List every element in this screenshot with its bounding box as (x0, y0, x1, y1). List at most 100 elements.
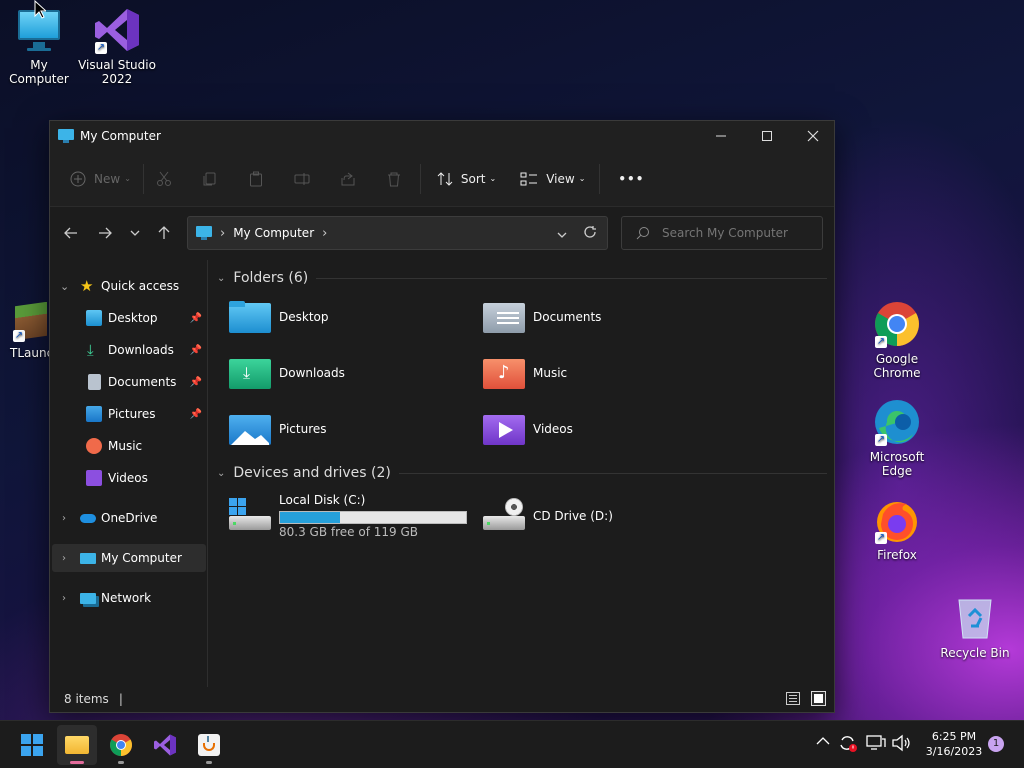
minimize-button[interactable] (698, 121, 744, 151)
search-input[interactable] (662, 226, 812, 240)
sort-arrows-icon (437, 171, 453, 186)
desktop-icon-chrome[interactable]: ↗ Google Chrome (858, 300, 936, 380)
copy-icon (203, 172, 216, 185)
desktop-icon-edge[interactable]: ↗ Microsoft Edge (858, 398, 936, 478)
taskbar-file-explorer[interactable] (57, 725, 97, 765)
sidebar-item-videos[interactable]: Videos (52, 464, 206, 492)
shortcut-arrow-icon: ↗ (875, 336, 887, 348)
shortcut-arrow-icon: ↗ (875, 532, 887, 544)
close-button[interactable] (790, 121, 836, 151)
sidebar-item-onedrive[interactable]: › OneDrive (52, 504, 206, 532)
share-button[interactable] (332, 163, 364, 195)
details-view-button[interactable] (786, 692, 800, 705)
chevron-down-icon (557, 232, 567, 238)
windows-drive-icon (229, 496, 271, 536)
desktop-icon-recycle-bin[interactable]: Recycle Bin (936, 594, 1014, 660)
sidebar-item-pictures[interactable]: Pictures 📌 (52, 400, 206, 428)
folder-item-videos[interactable]: Videos (483, 406, 723, 452)
monitor-icon (58, 129, 74, 143)
file-explorer-window: My Computer New ⌄ Sort ⌄ View ⌄ ••• › My… (49, 120, 835, 713)
forward-button[interactable] (89, 217, 121, 249)
network-status-icon[interactable] (866, 734, 886, 755)
sort-button[interactable]: Sort ⌄ (429, 163, 504, 195)
maximize-button[interactable] (744, 121, 790, 151)
clock[interactable]: 6:25 PM 3/16/2023 (920, 729, 988, 759)
folders-group-header[interactable]: ⌄ Folders (6) (217, 270, 827, 286)
delete-button[interactable] (378, 163, 410, 195)
cut-button[interactable] (148, 163, 180, 195)
downloads-folder-icon: ⤓ (229, 355, 271, 391)
drives-group-header[interactable]: ⌄ Devices and drives (2) (217, 465, 827, 481)
sidebar-item-quick-access[interactable]: ⌄ ★ Quick access (52, 272, 206, 300)
sidebar-item-network[interactable]: › Network (52, 584, 206, 612)
folder-item-music[interactable]: ♪ Music (483, 350, 723, 396)
folder-item-pictures[interactable]: Pictures (229, 406, 469, 452)
breadcrumb-separator[interactable]: › (220, 226, 225, 241)
volume-button[interactable] (891, 734, 911, 755)
sidebar-item-my-computer[interactable]: › My Computer (52, 544, 206, 572)
sidebar-item-label: Quick access (101, 279, 180, 293)
sidebar-item-label: Music (108, 439, 143, 453)
cloud-icon (80, 513, 96, 523)
search-box[interactable] (621, 216, 823, 250)
chevron-down-icon: ⌄ (489, 174, 497, 183)
folder-label: Music (533, 366, 568, 380)
back-button[interactable] (55, 217, 87, 249)
refresh-icon (584, 226, 596, 238)
refresh-button[interactable] (583, 225, 597, 242)
speaker-icon (892, 734, 910, 752)
running-app-indicator (118, 761, 124, 764)
breadcrumb-my-computer[interactable]: My Computer (233, 226, 314, 240)
address-history-dropdown[interactable] (557, 227, 567, 241)
chevron-down-icon (130, 230, 140, 236)
sync-status-icon[interactable] (838, 733, 858, 756)
paste-button[interactable] (240, 163, 272, 195)
desktop-folder-icon (86, 310, 102, 326)
sidebar-item-label: Downloads (108, 343, 174, 357)
sort-label: Sort (460, 171, 486, 186)
copy-button[interactable] (194, 163, 226, 195)
sidebar-item-downloads[interactable]: ⤓ Downloads 📌 (52, 336, 206, 364)
drive-label: CD Drive (D:) (533, 509, 613, 523)
more-options-button[interactable]: ••• (610, 163, 652, 195)
recent-locations-button[interactable] (121, 217, 149, 249)
taskbar-chrome[interactable] (101, 725, 141, 765)
desktop-icon-visual-studio[interactable]: ↗ Visual Studio 2022 (78, 6, 156, 86)
desktop-folder-icon (229, 299, 271, 335)
breadcrumb-separator[interactable]: › (322, 226, 327, 241)
folder-item-documents[interactable]: Documents (483, 294, 723, 340)
documents-folder-icon (483, 299, 525, 335)
sidebar-item-documents[interactable]: Documents 📌 (52, 368, 206, 396)
taskbar-visual-studio[interactable] (145, 725, 185, 765)
drive-usage-fill (280, 512, 341, 523)
folder-item-downloads[interactable]: ⤓ Downloads (229, 350, 469, 396)
address-bar[interactable]: › My Computer › (187, 216, 608, 250)
network-monitor-icon (866, 735, 886, 750)
monitor-icon (80, 552, 96, 564)
view-button[interactable]: View ⌄ (512, 163, 593, 195)
videos-folder-icon (483, 411, 525, 447)
rename-button[interactable] (286, 163, 318, 195)
folder-label: Downloads (279, 366, 345, 380)
new-label: New (94, 171, 121, 186)
sidebar-item-desktop[interactable]: Desktop 📌 (52, 304, 206, 332)
chevron-down-icon: ⌄ (217, 467, 226, 479)
clock-date: 3/16/2023 (925, 745, 983, 758)
drive-item-local-disk-c[interactable]: Local Disk (C:) 80.3 GB free of 119 GB (229, 490, 469, 542)
sidebar-item-music[interactable]: Music (52, 432, 206, 460)
plus-circle-icon (70, 171, 86, 186)
desktop-icon-firefox[interactable]: ↗ Firefox (858, 496, 936, 562)
show-hidden-icons-button[interactable] (816, 735, 830, 749)
pin-icon: 📌 (189, 376, 202, 388)
new-button[interactable]: New ⌄ (62, 163, 139, 195)
start-button[interactable] (12, 725, 52, 765)
notification-badge[interactable]: 1 (988, 736, 1004, 752)
chevron-down-icon: ⌄ (217, 272, 226, 284)
folder-item-desktop[interactable]: Desktop (229, 294, 469, 340)
drive-item-cd-drive-d[interactable]: CD Drive (D:) (483, 490, 723, 542)
arrow-right-icon (99, 227, 112, 239)
up-button[interactable] (149, 217, 179, 249)
large-icons-view-button[interactable] (811, 691, 826, 706)
view-label: View (546, 171, 575, 186)
taskbar-java[interactable] (189, 725, 229, 765)
